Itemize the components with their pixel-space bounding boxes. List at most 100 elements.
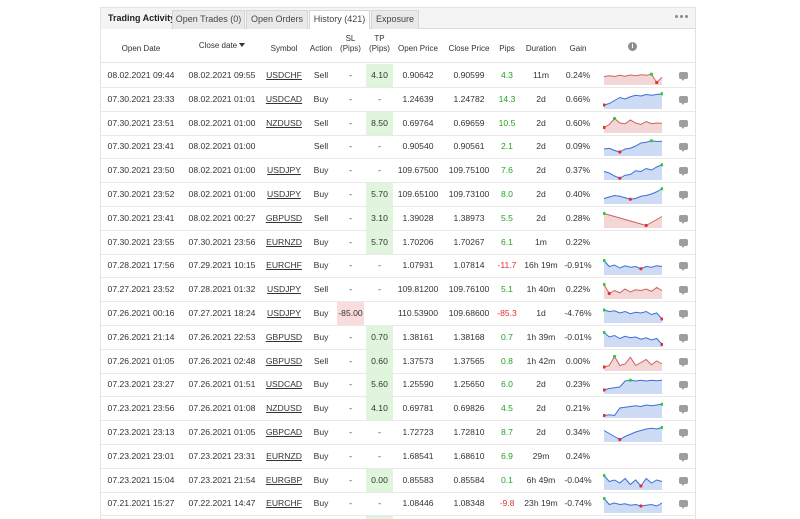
cell-symbol[interactable]: GBPCAD: [263, 421, 305, 444]
comment-icon[interactable]: [679, 214, 688, 224]
symbol-link[interactable]: EURGBP: [266, 475, 302, 485]
cell-symbol[interactable]: NZDUSD: [263, 397, 305, 420]
symbol-link[interactable]: GBPUSD: [266, 213, 302, 223]
cell-close-price: 0.69659: [453, 117, 485, 128]
header-close-date[interactable]: Close date: [181, 41, 263, 51]
comment-icon[interactable]: [679, 333, 688, 343]
cell-symbol[interactable]: GBPUSD: [263, 326, 305, 349]
comment-icon[interactable]: [679, 381, 688, 391]
header-pips[interactable]: Pips: [495, 44, 519, 54]
comment-icon[interactable]: [679, 262, 688, 272]
table-row: 07.23.2021 15:04 07.23.2021 21:54 EURGBP Bu…: [101, 468, 695, 493]
cell-symbol[interactable]: EURCHF: [263, 254, 305, 277]
comment-icon[interactable]: [679, 476, 688, 486]
cell-symbol[interactable]: GBPUSD: [263, 207, 305, 230]
cell-gain: -4.76%: [564, 308, 592, 318]
symbol-link[interactable]: EURCHF: [266, 498, 302, 508]
cell-symbol[interactable]: [263, 135, 305, 158]
symbol-link[interactable]: USDCHF: [266, 70, 302, 80]
tab-history[interactable]: History (421): [309, 10, 370, 29]
cell-sl: -: [349, 236, 352, 247]
header-symbol[interactable]: Symbol: [263, 44, 305, 54]
cell-pips: 8.0: [501, 189, 513, 199]
comment-icon[interactable]: [679, 119, 688, 129]
tab-open-orders[interactable]: Open Orders: [246, 10, 308, 29]
comment-icon[interactable]: [679, 310, 688, 319]
cell-gain: -0.74%: [564, 498, 592, 509]
header-open-price[interactable]: Open Price: [393, 44, 443, 54]
table-row: 07.30.2021 23:41 08.02.2021 01:00 Sell - - 0.…: [101, 135, 695, 160]
header-open-date[interactable]: Open Date: [101, 44, 181, 54]
cell-symbol[interactable]: USDCHF: [263, 64, 305, 87]
cell-symbol[interactable]: USDJPY: [263, 159, 305, 182]
header-action[interactable]: Action: [305, 44, 337, 54]
cell-close-date: 08.02.2021 01:00: [188, 189, 256, 199]
cell-symbol[interactable]: EURNZD: [263, 231, 305, 254]
cell-symbol[interactable]: NZDUSD: [263, 112, 305, 135]
tab-open-trades[interactable]: Open Trades (0): [172, 10, 245, 29]
more-options-icon[interactable]: [675, 11, 689, 23]
symbol-link[interactable]: USDCAD: [266, 94, 302, 104]
symbol-link[interactable]: USDJPY: [267, 165, 301, 175]
comment-icon[interactable]: [679, 72, 688, 81]
cell-duration: 2d: [536, 212, 546, 223]
cell-symbol[interactable]: EURCHF: [263, 492, 305, 515]
sparkline-min-marker: [644, 223, 648, 227]
symbol-link[interactable]: USDCAD: [266, 379, 302, 389]
equity-sparkline: [603, 425, 663, 442]
symbol-link[interactable]: USDJPY: [267, 308, 301, 318]
symbol-link[interactable]: EURNZD: [266, 237, 302, 247]
symbol-link[interactable]: USDJPY: [267, 189, 301, 199]
symbol-link[interactable]: GBPUSD: [266, 332, 302, 342]
cell-action: Buy: [313, 236, 329, 247]
symbol-link[interactable]: NZDUSD: [266, 403, 302, 413]
cell-open-date: 07.26.2021 00:16: [107, 308, 175, 318]
symbol-link[interactable]: GBPCAD: [266, 427, 302, 437]
cell-gain: -0.01%: [564, 331, 592, 342]
comment-icon[interactable]: [679, 429, 688, 438]
comment-icon[interactable]: [679, 95, 688, 105]
cell-symbol[interactable]: USDJPY: [263, 278, 305, 301]
cell-symbol[interactable]: USDJPY: [263, 183, 305, 206]
symbol-link[interactable]: NZDUSD: [266, 118, 302, 128]
cell-symbol[interactable]: USDJPY: [263, 302, 305, 325]
header-close-price[interactable]: Close Price: [443, 44, 495, 54]
cell-symbol[interactable]: GBPUSD: [263, 350, 305, 373]
cell-sl: -: [349, 355, 352, 366]
header-duration[interactable]: Duration: [519, 44, 563, 54]
cell-pips: 5.5: [501, 212, 513, 223]
cell-symbol[interactable]: EURNZD: [263, 445, 305, 468]
symbol-link[interactable]: GBPUSD: [266, 356, 302, 366]
comment-icon[interactable]: [679, 500, 688, 510]
cell-duration: 16h 19m: [524, 260, 558, 271]
cell-tp: -: [378, 260, 381, 271]
cell-pips: 7.6: [501, 165, 513, 176]
comment-icon[interactable]: [679, 286, 688, 296]
cell-symbol[interactable]: USDCAD: [263, 373, 305, 396]
symbol-link[interactable]: USDJPY: [267, 284, 301, 294]
header-gain[interactable]: Gain: [563, 44, 593, 54]
info-icon[interactable]: [628, 42, 637, 51]
comment-icon[interactable]: [679, 238, 688, 248]
header-tp[interactable]: TP (Pips): [366, 34, 393, 54]
cell-open-date: 07.30.2021 23:55: [107, 236, 175, 247]
comment-icon[interactable]: [679, 357, 688, 367]
comment-icon[interactable]: [679, 143, 688, 153]
comment-icon[interactable]: [679, 405, 688, 415]
equity-sparkline: [603, 379, 663, 395]
equity-sparkline: [603, 91, 663, 109]
cell-tp: 5.70: [371, 189, 388, 199]
comment-icon[interactable]: [679, 167, 688, 177]
cell-symbol[interactable]: USDCAD: [263, 88, 305, 111]
symbol-link[interactable]: EURNZD: [266, 451, 302, 461]
tab-trading-activity[interactable]: Trading Activity: [101, 10, 175, 29]
comment-icon[interactable]: [679, 452, 688, 462]
cell-symbol[interactable]: EURGBP: [263, 469, 305, 492]
tab-exposure[interactable]: Exposure: [371, 10, 419, 29]
header-sl[interactable]: SL (Pips): [337, 34, 364, 54]
trading-activity-panel: Trading Activity Open Trades (0) Open Or…: [100, 7, 696, 519]
cell-action: Sell: [313, 355, 329, 366]
comment-icon[interactable]: [679, 191, 688, 200]
symbol-link[interactable]: EURCHF: [266, 260, 302, 270]
cell-action: Sell: [313, 284, 329, 295]
